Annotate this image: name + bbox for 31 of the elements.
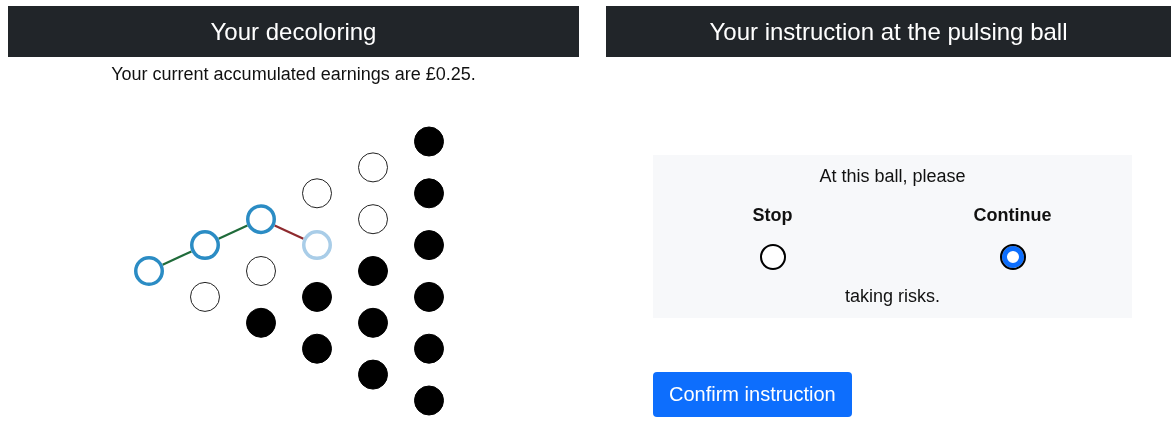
filled-ball bbox=[414, 385, 444, 416]
open-ball bbox=[190, 281, 220, 312]
suffix-text: taking risks. bbox=[845, 285, 940, 308]
filled-ball bbox=[414, 126, 444, 157]
panel-header: Your instruction at the pulsing ball bbox=[606, 6, 1171, 57]
filled-ball bbox=[302, 333, 332, 364]
filled-ball bbox=[358, 359, 388, 390]
prompt-text: At this ball, please bbox=[819, 165, 966, 188]
open-ball bbox=[358, 204, 388, 235]
earnings-text: Your current accumulated earnings are £0.25. bbox=[110, 63, 477, 85]
filled-ball bbox=[414, 230, 444, 261]
current-ball bbox=[302, 230, 332, 261]
radio-button[interactable] bbox=[999, 244, 1026, 270]
path-ball bbox=[190, 230, 220, 261]
panel-header: Your decoloring bbox=[8, 6, 579, 57]
filled-ball bbox=[414, 178, 444, 209]
filled-ball bbox=[246, 307, 276, 338]
open-ball bbox=[358, 152, 388, 183]
open-ball bbox=[246, 256, 276, 286]
filled-ball bbox=[358, 256, 388, 286]
open-ball bbox=[302, 178, 332, 209]
path-ball bbox=[246, 204, 276, 235]
choice-label: Continue bbox=[973, 204, 1052, 226]
filled-ball bbox=[302, 281, 332, 312]
path-ball bbox=[134, 256, 164, 286]
filled-ball bbox=[414, 281, 444, 312]
choice-label: Stop bbox=[752, 204, 793, 226]
filled-ball bbox=[358, 307, 388, 338]
radio-button[interactable] bbox=[759, 244, 786, 270]
filled-ball bbox=[414, 333, 444, 364]
confirm-button[interactable]: Confirm instruction bbox=[653, 372, 852, 417]
